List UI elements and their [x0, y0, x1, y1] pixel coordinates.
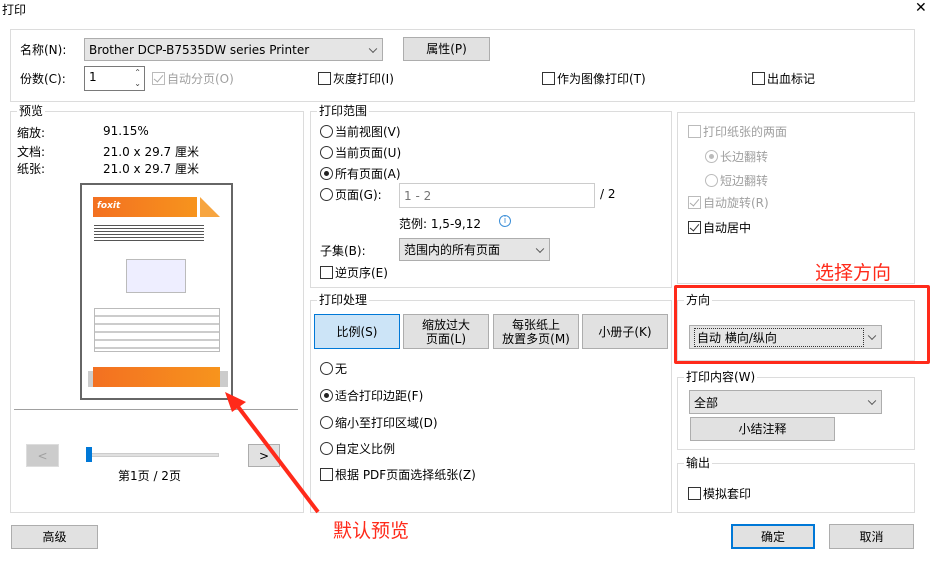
shrink-radio[interactable]: 缩小至打印区域(D): [320, 414, 438, 431]
short-edge-radio[interactable]: 短边翻转: [705, 172, 768, 189]
cancel-button[interactable]: 取消: [829, 524, 914, 549]
output-title: 输出: [684, 456, 713, 470]
orientation-annotation: 选择方向: [815, 262, 892, 284]
page-indicator: 第1页 / 2页: [118, 469, 181, 483]
foxit-logo: foxit: [93, 197, 197, 217]
info-icon[interactable]: i: [499, 215, 511, 227]
printer-name-label: 名称(N):: [20, 43, 67, 57]
range-example: 范例: 1,5-9,12: [399, 217, 481, 231]
current-page-radio[interactable]: 当前页面(U): [320, 144, 401, 161]
reverse-pages-checkbox[interactable]: 逆页序(E): [320, 264, 388, 281]
printer-select[interactable]: Brother DCP-B7535DW series Printer: [84, 38, 383, 61]
advanced-button[interactable]: 高级: [11, 525, 98, 549]
preview-annotation: 默认预览: [333, 520, 410, 542]
tab-multiple-pages[interactable]: 每张纸上 放置多页(M): [493, 314, 579, 349]
paper-by-pdf-checkbox[interactable]: 根据 PDF页面选择纸张(Z): [320, 466, 476, 483]
copies-label: 份数(C):: [20, 72, 66, 86]
spin-arrows-icon[interactable]: ⌃ ⌄: [134, 67, 141, 89]
pages-input[interactable]: [399, 183, 595, 208]
document-size-value: 21.0 x 29.7 厘米: [103, 145, 199, 159]
page-preview-thumbnail: foxit: [80, 183, 233, 400]
copies-value: 1: [89, 70, 97, 84]
paper-size-value: 21.0 x 29.7 厘米: [103, 162, 199, 176]
tab-booklet[interactable]: 小册子(K): [582, 314, 668, 349]
prev-page-button[interactable]: <: [26, 444, 59, 467]
all-pages-radio[interactable]: 所有页面(A): [320, 165, 401, 182]
close-icon[interactable]: ✕: [915, 0, 927, 16]
highlight-box: [674, 285, 930, 364]
grayscale-checkbox[interactable]: 灰度打印(I): [318, 70, 394, 87]
fit-margins-radio[interactable]: 适合打印边距(F): [320, 387, 423, 404]
subset-label: 子集(B):: [320, 244, 366, 258]
duplex-checkbox[interactable]: 打印纸张的两面: [688, 123, 787, 140]
chevron-down-icon: [368, 44, 378, 53]
page-slider[interactable]: [86, 453, 219, 457]
properties-button[interactable]: 属性(P): [403, 37, 490, 61]
window-title: 打印: [2, 3, 27, 17]
custom-scale-radio[interactable]: 自定义比例: [320, 440, 395, 457]
pages-radio[interactable]: 页面(G):: [320, 186, 382, 203]
zoom-value: 91.15%: [103, 124, 149, 138]
collate-checkbox[interactable]: 自动分页(O): [152, 70, 234, 87]
page-total: / 2: [600, 187, 616, 201]
page-slider-thumb[interactable]: [86, 447, 92, 462]
auto-rotate-checkbox[interactable]: 自动旋转(R): [688, 194, 769, 211]
simulate-overprint-checkbox[interactable]: 模拟套印: [688, 485, 751, 502]
next-page-button[interactable]: >: [248, 444, 280, 467]
long-edge-radio[interactable]: 长边翻转: [705, 148, 768, 165]
print-content-title: 打印内容(W): [684, 370, 758, 384]
printer-select-value: Brother DCP-B7535DW series Printer: [89, 42, 310, 57]
bleed-marks-checkbox[interactable]: 出血标记: [752, 70, 815, 87]
tab-scale[interactable]: 比例(S): [314, 314, 400, 349]
print-range-title: 打印范围: [317, 104, 370, 118]
paper-size-label: 纸张:: [17, 162, 46, 176]
current-view-radio[interactable]: 当前视图(V): [320, 123, 401, 140]
preview-title: 预览: [17, 104, 46, 118]
print-handling-title: 打印处理: [317, 293, 370, 307]
copies-stepper[interactable]: 1 ⌃ ⌄: [84, 66, 145, 91]
summarize-comments-button[interactable]: 小结注释: [690, 417, 835, 441]
divider: [14, 409, 298, 410]
print-content-select[interactable]: 全部: [689, 390, 882, 414]
auto-center-checkbox[interactable]: 自动居中: [688, 219, 751, 236]
tab-shrink-oversized[interactable]: 缩放过大 页面(L): [403, 314, 489, 349]
subset-select[interactable]: 范围内的所有页面: [399, 238, 550, 261]
ok-button[interactable]: 确定: [731, 524, 815, 549]
scale-none-radio[interactable]: 无: [320, 360, 347, 377]
chevron-down-icon: [867, 396, 877, 406]
chevron-down-icon: [535, 244, 545, 253]
print-as-image-checkbox[interactable]: 作为图像打印(T): [542, 70, 646, 87]
zoom-label: 缩放:: [17, 126, 46, 140]
document-size-label: 文档:: [17, 145, 46, 159]
